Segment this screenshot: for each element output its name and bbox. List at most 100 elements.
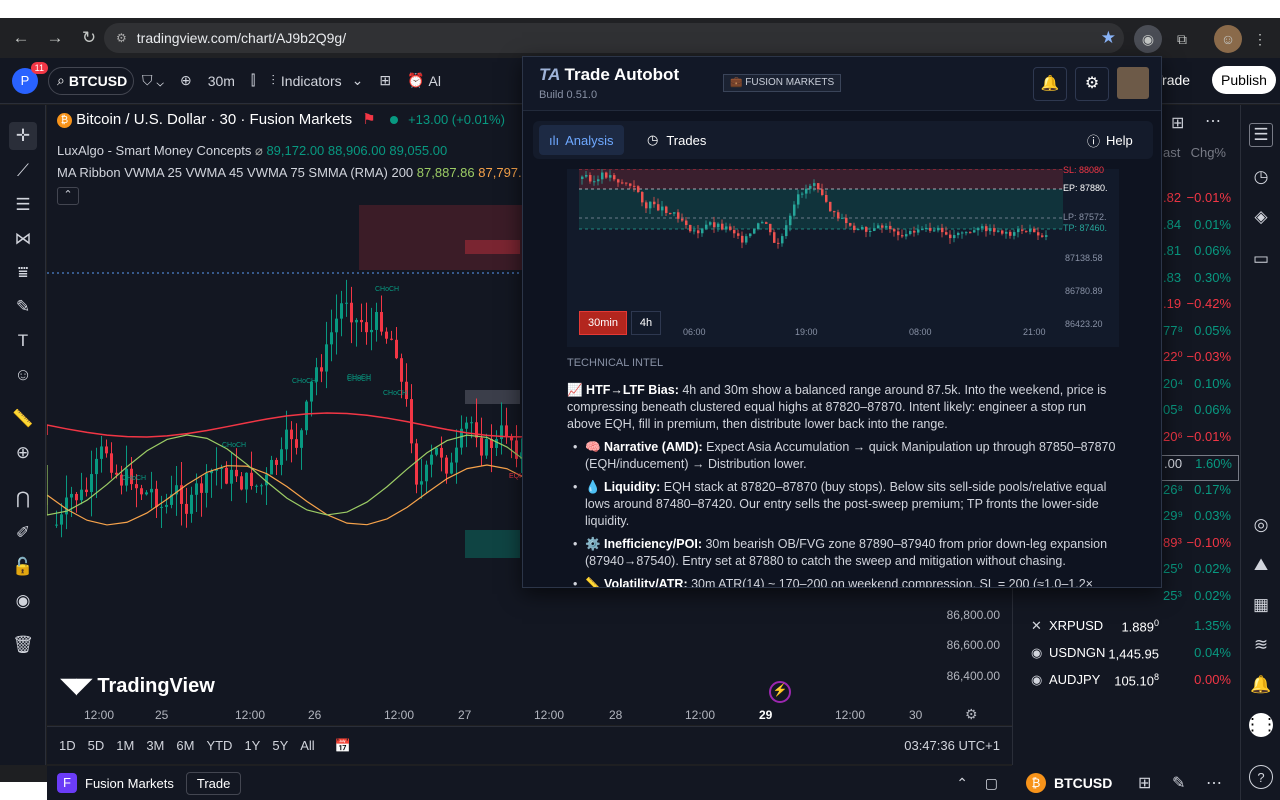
- trendline-icon[interactable]: ⟋: [9, 157, 37, 185]
- fib-icon[interactable]: ☰: [9, 191, 37, 219]
- reload-icon[interactable]: ↻: [74, 23, 104, 53]
- goto-date-icon[interactable]: 📅: [335, 738, 351, 754]
- symbol-search[interactable]: ⌕ BTCUSD: [48, 66, 134, 95]
- maximize-panel-icon[interactable]: ▢: [985, 775, 998, 792]
- indicators-button[interactable]: ⫶ Indicators ⌄: [263, 58, 371, 104]
- tab-help[interactable]: ⓘ Help: [1077, 125, 1143, 155]
- candle: [440, 447, 443, 458]
- range-ytd[interactable]: YTD: [206, 738, 232, 753]
- help-icon[interactable]: ?: [1249, 765, 1273, 789]
- analysis-mini-chart[interactable]: SL: 88080 EP: 87880. LP: 87572. TP: 8746…: [567, 165, 1119, 347]
- tf-30min-button[interactable]: 30min: [579, 311, 627, 335]
- range-all[interactable]: All: [300, 738, 314, 753]
- eye-icon[interactable]: ◉: [9, 587, 37, 615]
- interval-button[interactable]: 30m: [200, 58, 243, 104]
- address-bar[interactable]: ⚙ tradingview.com/chart/AJ9b2Q9g/ ★: [104, 23, 1124, 53]
- row-last: 89³: [1163, 534, 1182, 550]
- clock-readout[interactable]: 03:47:36 UTC+1: [904, 738, 1000, 753]
- settings-gear-icon[interactable]: ⚙: [1075, 67, 1109, 101]
- more-icon[interactable]: ⋯: [1206, 773, 1222, 793]
- bookmark-star-icon[interactable]: ★: [1101, 28, 1116, 48]
- site-settings-icon[interactable]: ⚙: [116, 31, 127, 45]
- edit-icon[interactable]: ✎: [1172, 773, 1185, 793]
- watchlist-row[interactable]: ◉ USDNGN 1,445.95 0.04%: [1013, 645, 1241, 671]
- range-5y[interactable]: 5Y: [272, 738, 288, 753]
- column-header-last[interactable]: ast: [1163, 145, 1180, 160]
- row-last: .00: [1164, 456, 1183, 471]
- tab-analysis[interactable]: ılı Analysis: [539, 125, 624, 155]
- chat-icon[interactable]: ▭: [1249, 247, 1273, 271]
- alert-button[interactable]: ⏰ Al: [399, 58, 449, 104]
- mini-candle: [613, 175, 616, 180]
- watchlist-row[interactable]: ◉ AUDJPY 105.108 0.00%: [1013, 672, 1241, 698]
- lock-icon[interactable]: 🔓: [9, 553, 37, 581]
- profile-avatar[interactable]: ☺: [1214, 25, 1242, 53]
- watchlist-row[interactable]: .00 1.60%: [1159, 455, 1239, 481]
- extension-icon[interactable]: ◉: [1134, 25, 1162, 53]
- row-last: .82: [1163, 190, 1182, 205]
- bell-icon[interactable]: 🔔: [1249, 673, 1273, 697]
- zoom-icon[interactable]: ⊕: [9, 439, 37, 467]
- range-1y[interactable]: 1Y: [244, 738, 260, 753]
- row-change: 0.06%: [1194, 243, 1231, 258]
- text-icon[interactable]: T: [9, 327, 37, 355]
- collapse-legend-icon[interactable]: ⌃: [57, 187, 79, 205]
- mini-candle: [685, 220, 688, 225]
- compare-icon[interactable]: ⛉ ⌄: [134, 58, 172, 104]
- target-icon[interactable]: ◎: [1249, 513, 1273, 537]
- watchlist-icon[interactable]: ☰: [1249, 123, 1273, 147]
- forecast-icon[interactable]: ⩸: [9, 259, 37, 287]
- signal-icon[interactable]: ≋: [1249, 633, 1273, 657]
- collapse-panel-icon[interactable]: ⌃: [956, 775, 968, 792]
- footer-symbol[interactable]: BTCUSD: [1054, 775, 1112, 791]
- user-avatar[interactable]: P 11: [12, 61, 48, 94]
- crosshair-icon[interactable]: ✛: [9, 122, 37, 150]
- emoji-icon[interactable]: ☺: [9, 361, 37, 389]
- ruler-icon[interactable]: 📏: [9, 405, 37, 433]
- extensions-puzzle-icon[interactable]: ⧉: [1168, 25, 1196, 53]
- table-view-icon[interactable]: ⊞: [1171, 113, 1184, 133]
- ideas-icon[interactable]: ⛰: [1249, 553, 1273, 577]
- replay-icon[interactable]: ⚡: [769, 681, 791, 703]
- candles-icon[interactable]: ⫿: [243, 58, 263, 104]
- watchlist-row[interactable]: 25³ 0.02%: [1013, 588, 1241, 614]
- apps-icon[interactable]: ⋮⋮: [1244, 713, 1278, 737]
- briefcase-icon: 💼: [730, 77, 743, 88]
- layout-icon[interactable]: ⊞: [371, 58, 399, 104]
- broker-trade-button[interactable]: Trade: [185, 771, 242, 795]
- axis-settings-icon[interactable]: ⚙: [965, 706, 978, 723]
- range-5d[interactable]: 5D: [88, 738, 105, 753]
- range-1d[interactable]: 1D: [59, 738, 76, 753]
- range-1m[interactable]: 1M: [116, 738, 134, 753]
- lock-drawing-icon[interactable]: ✐: [9, 519, 37, 547]
- range-6m[interactable]: 6M: [176, 738, 194, 753]
- layout-icon[interactable]: ⊞: [1138, 773, 1151, 793]
- add-symbol-icon[interactable]: ⊕: [172, 58, 200, 104]
- brush-icon[interactable]: ✎: [9, 293, 37, 321]
- tab-trades[interactable]: ◷ Trades: [637, 125, 716, 155]
- notifications-bell-icon[interactable]: 🔔: [1033, 67, 1067, 101]
- alerts-clock-icon[interactable]: ◷: [1249, 165, 1273, 189]
- forward-icon[interactable]: →: [40, 23, 70, 53]
- trash-icon[interactable]: 🗑: [9, 631, 37, 659]
- watchlist-row[interactable]: ✕ XRPUSD 1.8890 1.35%: [1013, 618, 1241, 644]
- menu-dots-icon[interactable]: ⋮: [1246, 25, 1274, 53]
- layers-icon[interactable]: ◈: [1249, 205, 1273, 229]
- candle: [455, 447, 458, 463]
- flag-icon[interactable]: ⚑: [362, 111, 375, 128]
- legend-ma-ribbon[interactable]: MA Ribbon VWMA 25 VWMA 45 VWMA 75 SMMA (…: [57, 165, 536, 180]
- publish-button[interactable]: Publish: [1212, 66, 1276, 94]
- candle: [365, 322, 368, 333]
- pattern-icon[interactable]: ⋈: [9, 225, 37, 253]
- range-3m[interactable]: 3M: [146, 738, 164, 753]
- more-icon[interactable]: ⋯: [1205, 111, 1221, 131]
- time-label: 08:00: [909, 327, 932, 337]
- calendar-icon[interactable]: ▦: [1249, 593, 1273, 617]
- tf-4h-button[interactable]: 4h: [631, 311, 661, 335]
- column-header-chg[interactable]: Chg%: [1191, 145, 1226, 160]
- user-avatar[interactable]: [1117, 67, 1149, 99]
- back-icon[interactable]: ←: [6, 23, 36, 53]
- magnet-icon[interactable]: ⋂: [9, 485, 37, 513]
- legend-smc[interactable]: LuxAlgo - Smart Money Concepts ⌀ 89,172.…: [57, 143, 447, 159]
- broker-name[interactable]: Fusion Markets: [85, 776, 174, 791]
